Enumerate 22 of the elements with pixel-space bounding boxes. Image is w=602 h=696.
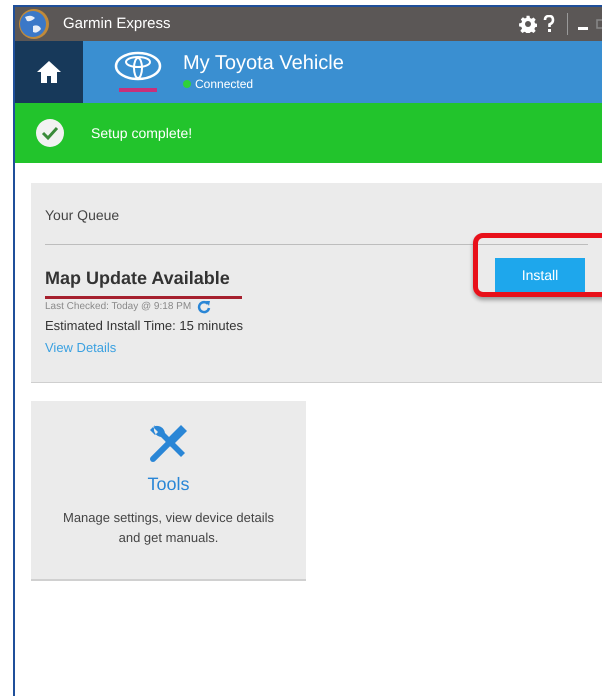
last-checked: Last Checked: Today @ 9:18 PM <box>45 300 192 314</box>
connection-status: Connected <box>195 76 254 93</box>
update-title: Map Update Available <box>45 265 242 299</box>
queue-title: Your Queue <box>45 183 588 245</box>
minimize-icon[interactable] <box>578 27 588 31</box>
globe-icon <box>17 8 51 40</box>
window-title: Garmin Express <box>63 14 171 34</box>
settings-icon[interactable] <box>519 15 537 33</box>
tools-tile[interactable]: Tools Manage settings, view device details and get manuals. <box>31 401 306 581</box>
device-name: My Toyota Vehicle <box>183 51 344 75</box>
help-icon[interactable] <box>543 15 555 33</box>
view-details-link[interactable]: View Details <box>45 340 116 354</box>
tile-description: Manage settings, view device details and get manuals. <box>62 509 275 547</box>
refresh-icon[interactable] <box>197 300 212 314</box>
home-button[interactable] <box>15 41 83 103</box>
tile-title: Tools <box>147 473 190 496</box>
vehicle-logo-icon <box>113 50 163 94</box>
home-icon <box>36 60 62 84</box>
banner-message: Setup complete! <box>91 124 192 143</box>
install-button[interactable]: Install <box>495 258 585 292</box>
install-estimate: Estimated Install Time: 15 minutes <box>45 317 244 335</box>
check-icon <box>35 118 65 148</box>
